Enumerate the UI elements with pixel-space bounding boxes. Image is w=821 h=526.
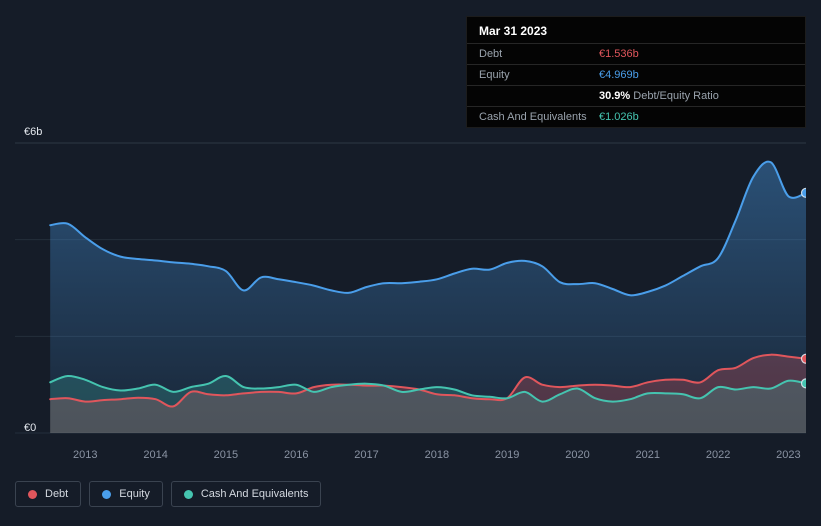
- tooltip-debt-label: Debt: [479, 48, 503, 60]
- tooltip-date: Mar 31 2023: [479, 24, 548, 38]
- chart-widget: €6b €0 2013 2014 2015 2016 2017 2018 2019 2020 20…: [0, 0, 821, 526]
- equity-dot-icon: [102, 489, 112, 499]
- cash-dot-icon: [183, 489, 193, 499]
- tooltip-debt-value: €1.536b: [599, 48, 639, 60]
- chart-legend: Debt Equity Cash And Equivalents: [15, 481, 322, 507]
- x-axis-label: 2013: [73, 449, 98, 461]
- tooltip-ratio: 30.9% Debt/Equity Ratio: [599, 89, 793, 103]
- legend-label-debt: Debt: [45, 488, 69, 500]
- x-axis-label: 2021: [635, 449, 661, 461]
- tooltip-ratio-value: 30.9%: [599, 90, 631, 102]
- x-axis-label: 2023: [776, 449, 801, 461]
- chart-tooltip: Mar 31 2023 Debt €1.536b Equity €4.969b …: [466, 16, 806, 128]
- tooltip-row-ratio: 30.9% Debt/Equity Ratio: [467, 85, 805, 106]
- tooltip-equity-value: €4.969b: [599, 69, 639, 81]
- legend-label-cash: Cash And Equivalents: [200, 488, 309, 500]
- x-axis: 2013 2014 2015 2016 2017 2018 2019 2020 2021 2022…: [15, 449, 806, 465]
- equity-marker-icon: [800, 187, 812, 198]
- x-axis-label: 2016: [283, 449, 309, 461]
- legend-label-equity: Equity: [119, 488, 150, 500]
- tooltip-row-cash: Cash And Equivalents €1.026b: [467, 106, 805, 127]
- x-axis-label: 2020: [565, 449, 590, 461]
- tooltip-cash-value: €1.026b: [599, 111, 639, 123]
- tooltip-equity-label: Equity: [479, 69, 510, 81]
- legend-item-cash[interactable]: Cash And Equivalents: [170, 481, 322, 507]
- x-axis-label: 2019: [494, 449, 520, 461]
- tooltip-ratio-label: Debt/Equity Ratio: [633, 90, 719, 102]
- chart-svg: [15, 142, 812, 434]
- tooltip-cash-label: Cash And Equivalents: [479, 111, 587, 123]
- tooltip-row-debt: Debt €1.536b: [467, 43, 805, 64]
- x-axis-label: 2018: [424, 449, 450, 461]
- x-axis-label: 2017: [354, 449, 379, 461]
- x-axis-label: 2022: [705, 449, 731, 461]
- debt-dot-icon: [28, 489, 37, 499]
- legend-item-debt[interactable]: Debt: [15, 481, 82, 507]
- chart-area[interactable]: [15, 133, 812, 443]
- debt-marker-icon: [800, 353, 812, 364]
- legend-item-equity[interactable]: Equity: [89, 481, 163, 507]
- cash-and-equivalents-marker-icon: [800, 378, 812, 389]
- x-axis-label: 2015: [213, 449, 239, 461]
- x-axis-label: 2014: [143, 449, 168, 461]
- tooltip-row-equity: Equity €4.969b: [467, 64, 805, 85]
